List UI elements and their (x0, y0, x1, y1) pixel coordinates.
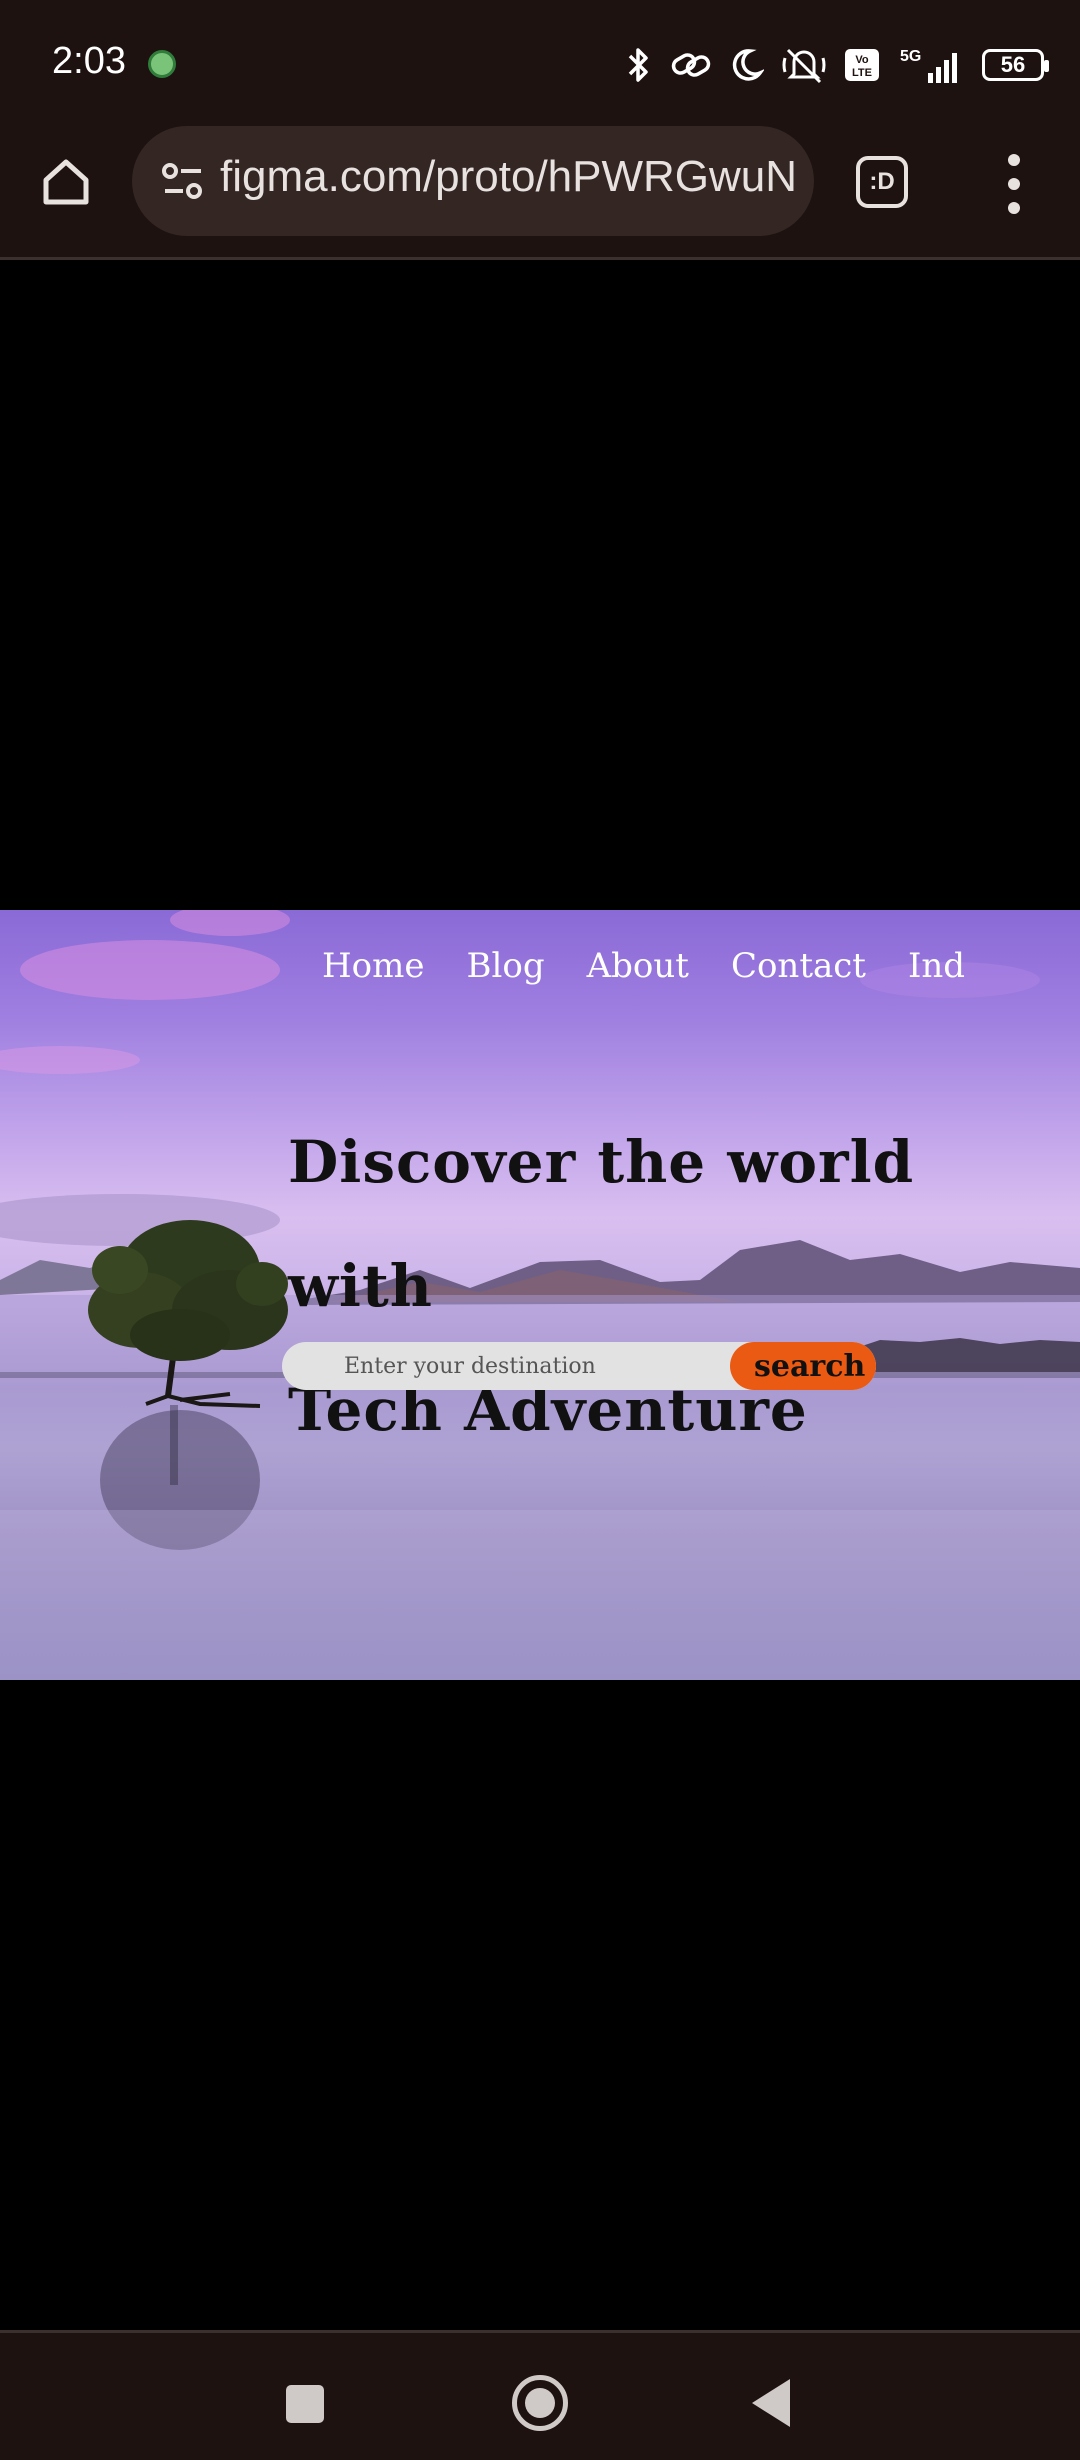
system-navigation-bar (0, 2330, 1080, 2460)
back-button[interactable] (752, 2379, 790, 2427)
hero-nav: Home Blog About Contact Ind (322, 946, 1007, 986)
svg-text:LTE: LTE (852, 67, 872, 79)
tune-icon (162, 163, 202, 199)
home-circle-icon (525, 2388, 555, 2418)
url-text[interactable]: figma.com/proto/hPWRGwuN (220, 152, 797, 202)
home-icon (43, 159, 89, 205)
hero-section: Home Blog About Contact Ind Discover the… (0, 910, 1080, 1680)
bluetooth-icon (626, 45, 652, 85)
home-button[interactable] (32, 148, 100, 216)
hero-headline: Discover the world with Tech Adventure (288, 1100, 1080, 1472)
volte-icon: Vo LTE (844, 48, 880, 82)
headline-line-1: Discover the world with (288, 1128, 915, 1320)
tree-illustration (88, 1220, 288, 1550)
status-icons: Vo LTE 5G 56 (626, 40, 1049, 90)
moon-icon (730, 47, 764, 83)
destination-input[interactable] (344, 1342, 744, 1390)
nav-ind[interactable]: Ind (908, 946, 965, 986)
whatsapp-icon (148, 50, 176, 78)
address-bar[interactable]: figma.com/proto/hPWRGwuN (132, 126, 814, 236)
home-nav-button[interactable] (512, 2375, 568, 2431)
more-options-icon[interactable] (996, 154, 1032, 214)
network-label: 5G (900, 48, 921, 65)
destination-search: search (282, 1342, 876, 1390)
svg-text:Vo: Vo (855, 54, 869, 66)
nav-blog[interactable]: Blog (466, 946, 544, 986)
tab-switcher-button[interactable]: :D (856, 156, 908, 208)
nav-about[interactable]: About (587, 946, 689, 986)
nav-contact[interactable]: Contact (731, 946, 866, 986)
nav-home[interactable]: Home (322, 946, 424, 986)
signal-icon: 5G (898, 45, 964, 85)
recents-button[interactable] (286, 2385, 324, 2423)
battery-icon: 56 (982, 49, 1049, 81)
browser-toolbar: figma.com/proto/hPWRGwuN :D (0, 126, 1080, 260)
vibrate-off-icon (782, 46, 826, 84)
site-settings-button[interactable] (152, 150, 214, 212)
search-button[interactable]: search (730, 1342, 876, 1390)
status-bar: 2:03 Vo LTE 5G 56 (0, 0, 1080, 126)
status-time: 2:03 (52, 40, 126, 82)
link-icon (670, 48, 712, 82)
